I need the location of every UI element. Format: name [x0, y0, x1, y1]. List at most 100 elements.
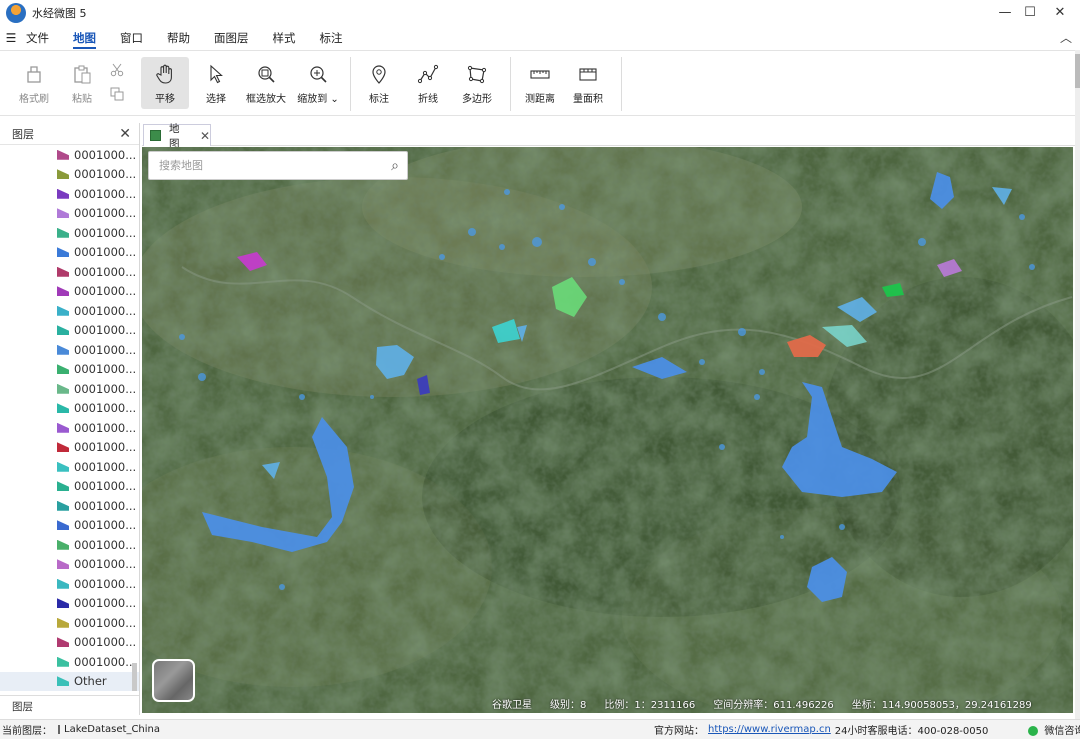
layer-item[interactable]: 0001000... — [0, 360, 139, 380]
wechat-icon — [1028, 726, 1039, 736]
polyline-button[interactable]: 折线 — [410, 57, 446, 109]
layer-item-label: 0001000... — [74, 362, 137, 377]
format-brush-button[interactable]: 格式刷 — [12, 57, 56, 109]
maximize-button[interactable]: ☐ — [1021, 4, 1039, 22]
cut-button[interactable] — [106, 63, 128, 83]
close-icon[interactable]: ✕ — [119, 126, 131, 142]
layer-item-label: 0001000... — [74, 264, 137, 279]
layer-item[interactable]: 0001000... — [0, 594, 139, 614]
format-brush-icon — [27, 66, 41, 83]
layer-symbol-icon — [57, 500, 69, 511]
menu-annotation[interactable]: 标注 — [308, 27, 355, 49]
measure-distance-button[interactable]: 测距离 — [520, 57, 560, 109]
layer-item[interactable]: 0001000... — [0, 613, 139, 633]
layer-symbol-icon — [57, 305, 69, 316]
layer-item[interactable]: 0001000... — [0, 262, 139, 282]
select-button[interactable]: 选择 — [197, 57, 235, 109]
app-menu-icon[interactable]: ☰ — [0, 31, 22, 45]
layer-item[interactable]: 0001000... — [0, 243, 139, 263]
layer-panel-tab[interactable]: 图层 — [0, 695, 139, 715]
layer-symbol-icon — [57, 169, 69, 180]
measure-area-button[interactable]: 量面积 — [568, 57, 608, 109]
layer-symbol-icon — [57, 637, 69, 648]
layer-item[interactable]: 0001000... — [0, 574, 139, 594]
minimize-button[interactable]: — — [996, 4, 1014, 22]
layer-symbol-icon — [57, 325, 69, 336]
layer-item-label: 0001000... — [74, 147, 137, 162]
spatial-resolution: 空间分辨率：611.496226 — [713, 700, 834, 711]
hotline: 24小时客服电话：400-028-0050 — [834, 726, 989, 737]
layer-panel-title: 图层 — [12, 127, 34, 141]
zoom-box-button[interactable]: 框选放大 — [244, 57, 288, 109]
layer-item[interactable]: 0001000... — [0, 438, 139, 458]
menu-window[interactable]: 窗口 — [108, 27, 155, 49]
layer-item[interactable]: 0001000... — [0, 418, 139, 438]
map-search-box: ⌕ — [148, 151, 408, 180]
layer-item[interactable]: 0001000... — [0, 204, 139, 224]
layer-item-label: 0001000... — [74, 498, 137, 513]
cursor-coordinates: 坐标：114.90058053，29.24161289 — [851, 700, 1032, 711]
search-icon[interactable]: ⌕ — [383, 158, 407, 174]
collapse-ribbon-icon[interactable]: ︿ — [1060, 29, 1072, 46]
pan-button[interactable]: 平移 — [141, 57, 189, 109]
layer-list-scrollbar[interactable] — [132, 663, 137, 691]
map-canvas[interactable]: ⌕ 谷歌卫星 级别：8 比例：1：2311166 空间分辨率：611.49622… — [142, 147, 1073, 713]
layer-item[interactable]: 0001000... — [0, 535, 139, 555]
layer-item[interactable]: 0001000... — [0, 223, 139, 243]
zoom-level: 级别：8 — [550, 700, 587, 711]
search-input[interactable] — [149, 159, 383, 172]
current-layer-name: LakeDataset_China — [64, 724, 161, 735]
layer-symbol-icon — [57, 149, 69, 160]
paste-button[interactable]: 粘贴 — [64, 57, 100, 109]
layer-item[interactable]: 0001000... — [0, 379, 139, 399]
zoom-to-icon — [310, 66, 327, 83]
layer-item[interactable]: 0001000... — [0, 165, 139, 185]
website-link[interactable]: https://www.rivermap.cn — [708, 724, 831, 735]
layer-item[interactable]: Other — [0, 671, 139, 691]
zoom-box-icon — [258, 66, 275, 83]
area-measure-icon — [579, 68, 597, 81]
copy-button[interactable] — [106, 87, 128, 107]
menu-map[interactable]: 地图 — [61, 27, 108, 49]
layer-item[interactable]: 0001000... — [0, 477, 139, 497]
layer-item[interactable]: 0001000... — [0, 321, 139, 341]
layer-item[interactable]: 0001000... — [0, 496, 139, 516]
layer-item[interactable]: 0001000... — [0, 399, 139, 419]
menu-file[interactable]: 文件 — [22, 27, 61, 49]
menu-polygon-layer[interactable]: 面图层 — [202, 27, 261, 49]
layer-item-label: 0001000... — [74, 381, 137, 396]
zoom-to-button[interactable]: 缩放到 ⌄ — [294, 57, 342, 109]
layer-symbol-icon — [57, 676, 69, 687]
website-label: 官方网站： — [654, 726, 705, 737]
layer-item[interactable]: 0001000... — [0, 516, 139, 536]
basemap-switcher[interactable] — [152, 659, 195, 702]
layer-item[interactable]: 0001000... — [0, 555, 139, 575]
window-scrollbar[interactable] — [1075, 50, 1080, 720]
marker-button[interactable]: 标注 — [362, 57, 396, 109]
polygon-button[interactable]: 多边形 — [458, 57, 496, 109]
scrollbar-thumb[interactable] — [1075, 54, 1080, 88]
close-window-button[interactable]: ✕ — [1051, 4, 1069, 22]
layer-item[interactable]: 0001000... — [0, 652, 139, 672]
layer-item[interactable]: 0001000... — [0, 282, 139, 302]
menu-style[interactable]: 样式 — [261, 27, 308, 49]
layer-item-label: 0001000... — [74, 479, 137, 494]
layer-item-label: 0001000... — [74, 459, 137, 474]
menu-help[interactable]: 帮助 — [155, 27, 202, 49]
wechat-consult-button[interactable]: 微信咨询 — [1028, 722, 1080, 737]
layer-item[interactable]: 0001000... — [0, 340, 139, 360]
ruler-icon — [530, 70, 550, 79]
layer-item[interactable]: 0001000... — [0, 301, 139, 321]
layer-list[interactable]: 0001000... 0001000... 0001000... 0001000...… — [0, 145, 139, 695]
menu-bar: ☰ 文件 地图 窗口 帮助 面图层 样式 标注 ︿ — [0, 26, 1080, 50]
layer-item-label: 0001000... — [74, 225, 137, 240]
layer-item-label: 0001000... — [74, 401, 137, 416]
layer-item[interactable]: 0001000... — [0, 633, 139, 653]
layer-item[interactable]: 0001000... — [0, 457, 139, 477]
tab-close-icon[interactable]: ✕ — [200, 129, 210, 143]
tab-map[interactable]: 地图 ✕ — [143, 123, 211, 150]
layer-symbol-icon — [57, 461, 69, 472]
layer-item[interactable]: 0001000... — [0, 145, 139, 165]
title-bar: 水经微图 5 — ☐ ✕ — [0, 0, 1080, 26]
layer-item[interactable]: 0001000... — [0, 184, 139, 204]
